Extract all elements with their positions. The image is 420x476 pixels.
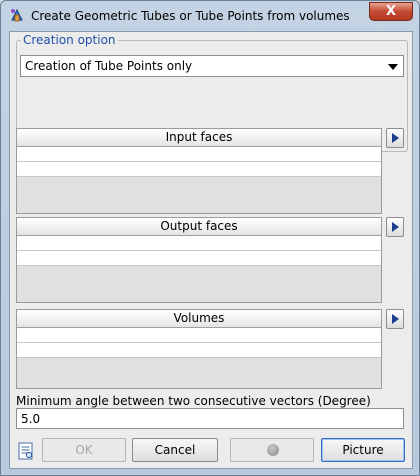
min-angle-value: 5.0 bbox=[21, 412, 41, 426]
output-faces-add-button[interactable] bbox=[386, 217, 404, 237]
list-row[interactable] bbox=[17, 328, 381, 343]
volumes-list[interactable]: Volumes bbox=[16, 309, 382, 389]
creation-option-value: Creation of Tube Points only bbox=[25, 59, 193, 73]
list-row[interactable] bbox=[17, 251, 381, 266]
tube-app-icon bbox=[11, 8, 23, 22]
min-angle-input[interactable]: 5.0 bbox=[16, 408, 404, 429]
title-bar[interactable]: Create Geometric Tubes or Tube Points fr… bbox=[1, 1, 419, 31]
input-faces-list[interactable]: Input faces bbox=[16, 128, 382, 214]
dialog-body: Creation option Creation of Tube Points … bbox=[9, 31, 413, 469]
picture-button[interactable]: Picture bbox=[321, 438, 405, 462]
output-faces-list[interactable]: Output faces bbox=[16, 217, 382, 303]
triangle-right-icon bbox=[392, 133, 399, 143]
list-row[interactable] bbox=[17, 162, 381, 177]
list-row[interactable] bbox=[17, 236, 381, 251]
min-angle-label: Minimum angle between two consecutive ve… bbox=[16, 394, 371, 408]
cancel-button[interactable]: Cancel bbox=[132, 438, 218, 462]
input-faces-add-button[interactable] bbox=[386, 128, 404, 148]
creation-option-legend: Creation option bbox=[21, 33, 118, 47]
dialog-window: Create Geometric Tubes or Tube Points fr… bbox=[0, 0, 420, 476]
triangle-right-icon bbox=[392, 314, 399, 324]
window-title: Create Geometric Tubes or Tube Points fr… bbox=[31, 9, 350, 23]
list-row[interactable] bbox=[17, 343, 381, 358]
triangle-right-icon bbox=[392, 222, 399, 232]
close-button[interactable]: X bbox=[369, 2, 413, 21]
creation-option-select[interactable]: Creation of Tube Points only bbox=[20, 55, 404, 77]
list-row[interactable] bbox=[17, 147, 381, 162]
input-faces-header: Input faces bbox=[17, 129, 381, 147]
output-faces-header: Output faces bbox=[17, 218, 381, 236]
chevron-down-icon bbox=[388, 64, 398, 70]
record-button[interactable] bbox=[230, 438, 314, 462]
button-bar: OK Cancel Picture bbox=[10, 436, 412, 466]
volumes-add-button[interactable] bbox=[386, 309, 404, 329]
volumes-header: Volumes bbox=[17, 310, 381, 328]
record-dot-icon bbox=[267, 444, 279, 456]
ok-button[interactable]: OK bbox=[42, 438, 126, 462]
help-document-icon[interactable] bbox=[18, 442, 34, 460]
